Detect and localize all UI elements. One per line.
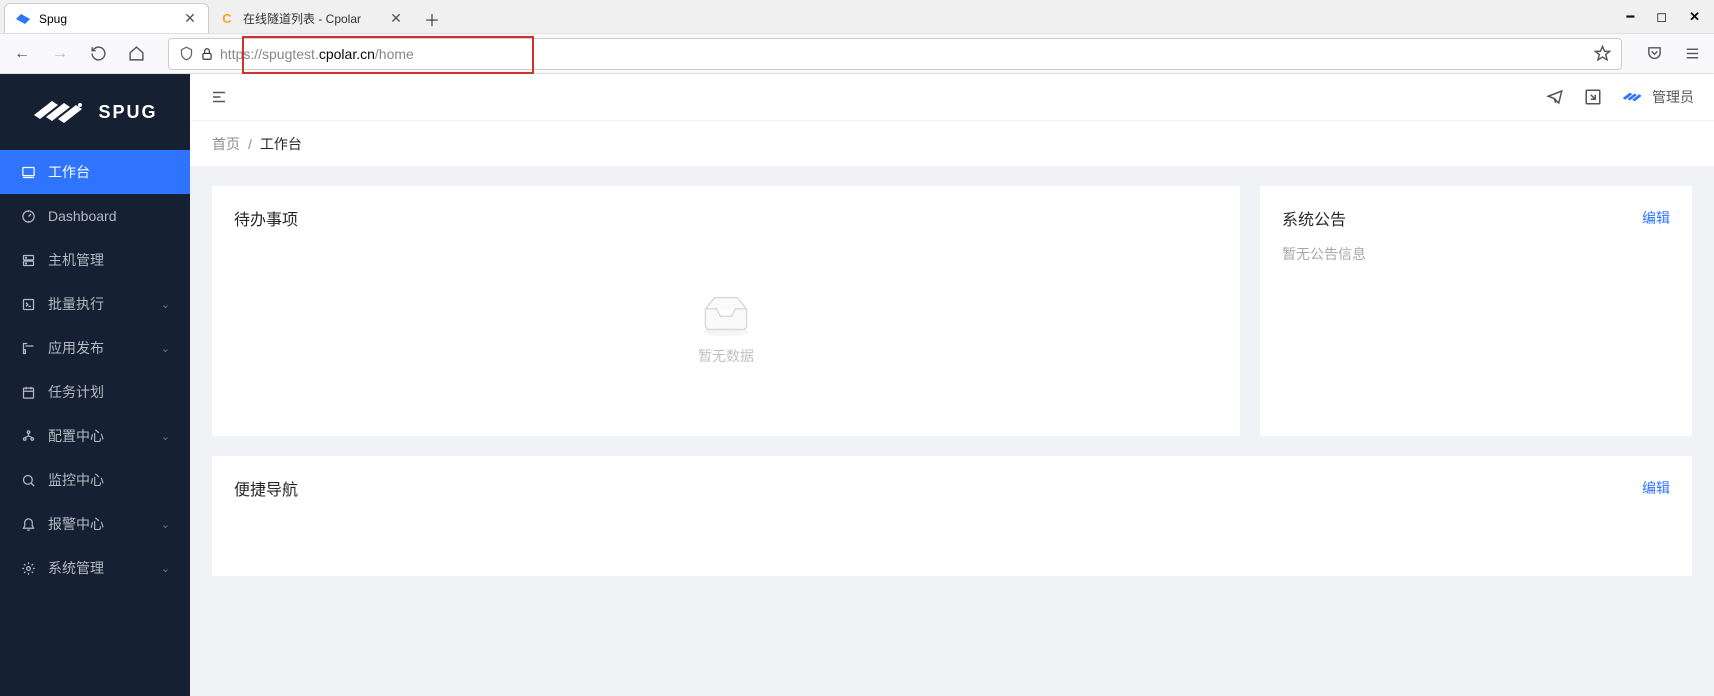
- dashboard-icon: [20, 209, 36, 224]
- spug-favicon-icon: [15, 11, 31, 27]
- forward-icon: →: [48, 42, 72, 66]
- topbar: 管理员: [190, 74, 1714, 120]
- breadcrumb: 首页 / 工作台: [190, 120, 1714, 166]
- app-container: SPUG 工作台Dashboard主机管理批量执行⌄应用发布⌄任务计划配置中心⌄…: [0, 74, 1714, 696]
- url-actions: [1594, 45, 1611, 62]
- card-notice-edit-link[interactable]: 编辑: [1642, 208, 1670, 228]
- browser-tab-spug[interactable]: Spug ✕: [4, 3, 209, 33]
- browser-tab-cpolar[interactable]: C 在线隧道列表 - Cpolar ✕: [209, 3, 414, 33]
- bookmark-star-icon[interactable]: [1594, 45, 1611, 62]
- lock-icon: [200, 47, 214, 61]
- tab-title: Spug: [39, 12, 182, 26]
- user-avatar-icon: [1622, 90, 1644, 104]
- sidebar-item-label: 应用发布: [48, 338, 161, 358]
- maximize-icon[interactable]: ◻: [1656, 9, 1667, 25]
- cpolar-favicon-icon: C: [219, 10, 235, 26]
- logo: SPUG: [0, 74, 190, 150]
- app-menu-icon[interactable]: [1680, 42, 1704, 66]
- browser-toolbar: ← → https://spugtest.cpolar.cn/home: [0, 33, 1714, 74]
- sidebar-item-label: 工作台: [48, 162, 170, 182]
- user-name: 管理员: [1652, 87, 1694, 107]
- url-security-icons: [179, 46, 214, 61]
- config-icon: [20, 429, 36, 444]
- sidebar-item-alarm[interactable]: 报警中心⌄: [0, 502, 190, 546]
- home-icon[interactable]: [124, 42, 148, 66]
- topbar-actions: 管理员: [1546, 87, 1694, 107]
- card-quicknav: 便捷导航 编辑: [212, 456, 1692, 576]
- logo-mark-icon: [32, 97, 88, 127]
- batch-icon: [20, 297, 36, 312]
- content: 待办事项 暂无数据 系统公告 编辑 暂无公告信息: [190, 166, 1714, 596]
- card-quicknav-title: 便捷导航: [234, 476, 298, 500]
- sidebar-item-label: 批量执行: [48, 294, 161, 314]
- sidebar-item-batch[interactable]: 批量执行⌄: [0, 282, 190, 326]
- empty-text: 暂无数据: [698, 346, 754, 366]
- close-icon[interactable]: ✕: [388, 10, 404, 26]
- sidebar-item-workspace[interactable]: 工作台: [0, 150, 190, 194]
- sidebar-item-system[interactable]: 系统管理⌄: [0, 546, 190, 590]
- chevron-down-icon: ⌄: [161, 518, 170, 531]
- card-notice: 系统公告 编辑 暂无公告信息: [1260, 186, 1692, 436]
- reload-icon[interactable]: [86, 42, 110, 66]
- deploy-icon: [20, 341, 36, 356]
- pocket-icon[interactable]: [1642, 42, 1666, 66]
- sidebar-item-config[interactable]: 配置中心⌄: [0, 414, 190, 458]
- sidebar-item-label: 主机管理: [48, 250, 170, 270]
- notice-empty-text: 暂无公告信息: [1282, 244, 1670, 264]
- back-icon[interactable]: ←: [10, 42, 34, 66]
- sidebar-item-label: Dashboard: [48, 208, 170, 224]
- tasks-icon: [20, 385, 36, 400]
- sidebar-item-dashboard[interactable]: Dashboard: [0, 194, 190, 238]
- sidebar-item-tasks[interactable]: 任务计划: [0, 370, 190, 414]
- sidebar-item-label: 监控中心: [48, 470, 170, 490]
- card-notice-title: 系统公告: [1282, 206, 1346, 230]
- sidebar-item-label: 配置中心: [48, 426, 161, 446]
- alarm-icon: [20, 517, 36, 532]
- card-todo-title: 待办事项: [234, 206, 298, 230]
- chevron-down-icon: ⌄: [161, 342, 170, 355]
- sidebar-menu: 工作台Dashboard主机管理批量执行⌄应用发布⌄任务计划配置中心⌄监控中心报…: [0, 150, 190, 590]
- shield-icon: [179, 46, 194, 61]
- chevron-down-icon: ⌄: [161, 562, 170, 575]
- monitor-icon: [20, 473, 36, 488]
- notification-icon[interactable]: [1546, 88, 1564, 106]
- workspace-icon: [20, 165, 36, 180]
- user-menu[interactable]: 管理员: [1622, 87, 1694, 107]
- logo-text: SPUG: [98, 102, 157, 123]
- system-icon: [20, 561, 36, 576]
- collapse-sidebar-icon[interactable]: [210, 88, 228, 106]
- close-icon[interactable]: ✕: [182, 11, 198, 27]
- card-todo: 待办事项 暂无数据: [212, 186, 1240, 436]
- empty-inbox-icon: [696, 292, 756, 336]
- sidebar-item-label: 报警中心: [48, 514, 161, 534]
- breadcrumb-home[interactable]: 首页: [212, 134, 240, 154]
- browser-tab-strip: Spug ✕ C 在线隧道列表 - Cpolar ✕ ＋ ━ ◻ ✕: [0, 0, 1714, 33]
- hosts-icon: [20, 253, 36, 268]
- breadcrumb-current: 工作台: [260, 134, 302, 154]
- card-quicknav-edit-link[interactable]: 编辑: [1642, 478, 1670, 498]
- empty-state: 暂无数据: [234, 244, 1218, 414]
- window-controls: ━ ◻ ✕: [1626, 0, 1714, 33]
- main-area: 管理员 首页 / 工作台 待办事项 暂无数据: [190, 74, 1714, 696]
- sidebar-item-deploy[interactable]: 应用发布⌄: [0, 326, 190, 370]
- sidebar-item-label: 系统管理: [48, 558, 161, 578]
- url-bar[interactable]: https://spugtest.cpolar.cn/home: [168, 38, 1622, 70]
- chevron-down-icon: ⌄: [161, 298, 170, 311]
- sidebar-item-hosts[interactable]: 主机管理: [0, 238, 190, 282]
- fullscreen-icon[interactable]: [1584, 88, 1602, 106]
- new-tab-button[interactable]: ＋: [418, 5, 446, 33]
- sidebar-item-monitor[interactable]: 监控中心: [0, 458, 190, 502]
- tab-title: 在线隧道列表 - Cpolar: [243, 10, 388, 27]
- sidebar: SPUG 工作台Dashboard主机管理批量执行⌄应用发布⌄任务计划配置中心⌄…: [0, 74, 190, 696]
- breadcrumb-separator: /: [248, 136, 252, 152]
- sidebar-item-label: 任务计划: [48, 382, 170, 402]
- minimize-icon[interactable]: ━: [1626, 9, 1634, 25]
- url-text: https://spugtest.cpolar.cn/home: [220, 46, 1594, 62]
- close-window-icon[interactable]: ✕: [1689, 9, 1700, 25]
- chevron-down-icon: ⌄: [161, 430, 170, 443]
